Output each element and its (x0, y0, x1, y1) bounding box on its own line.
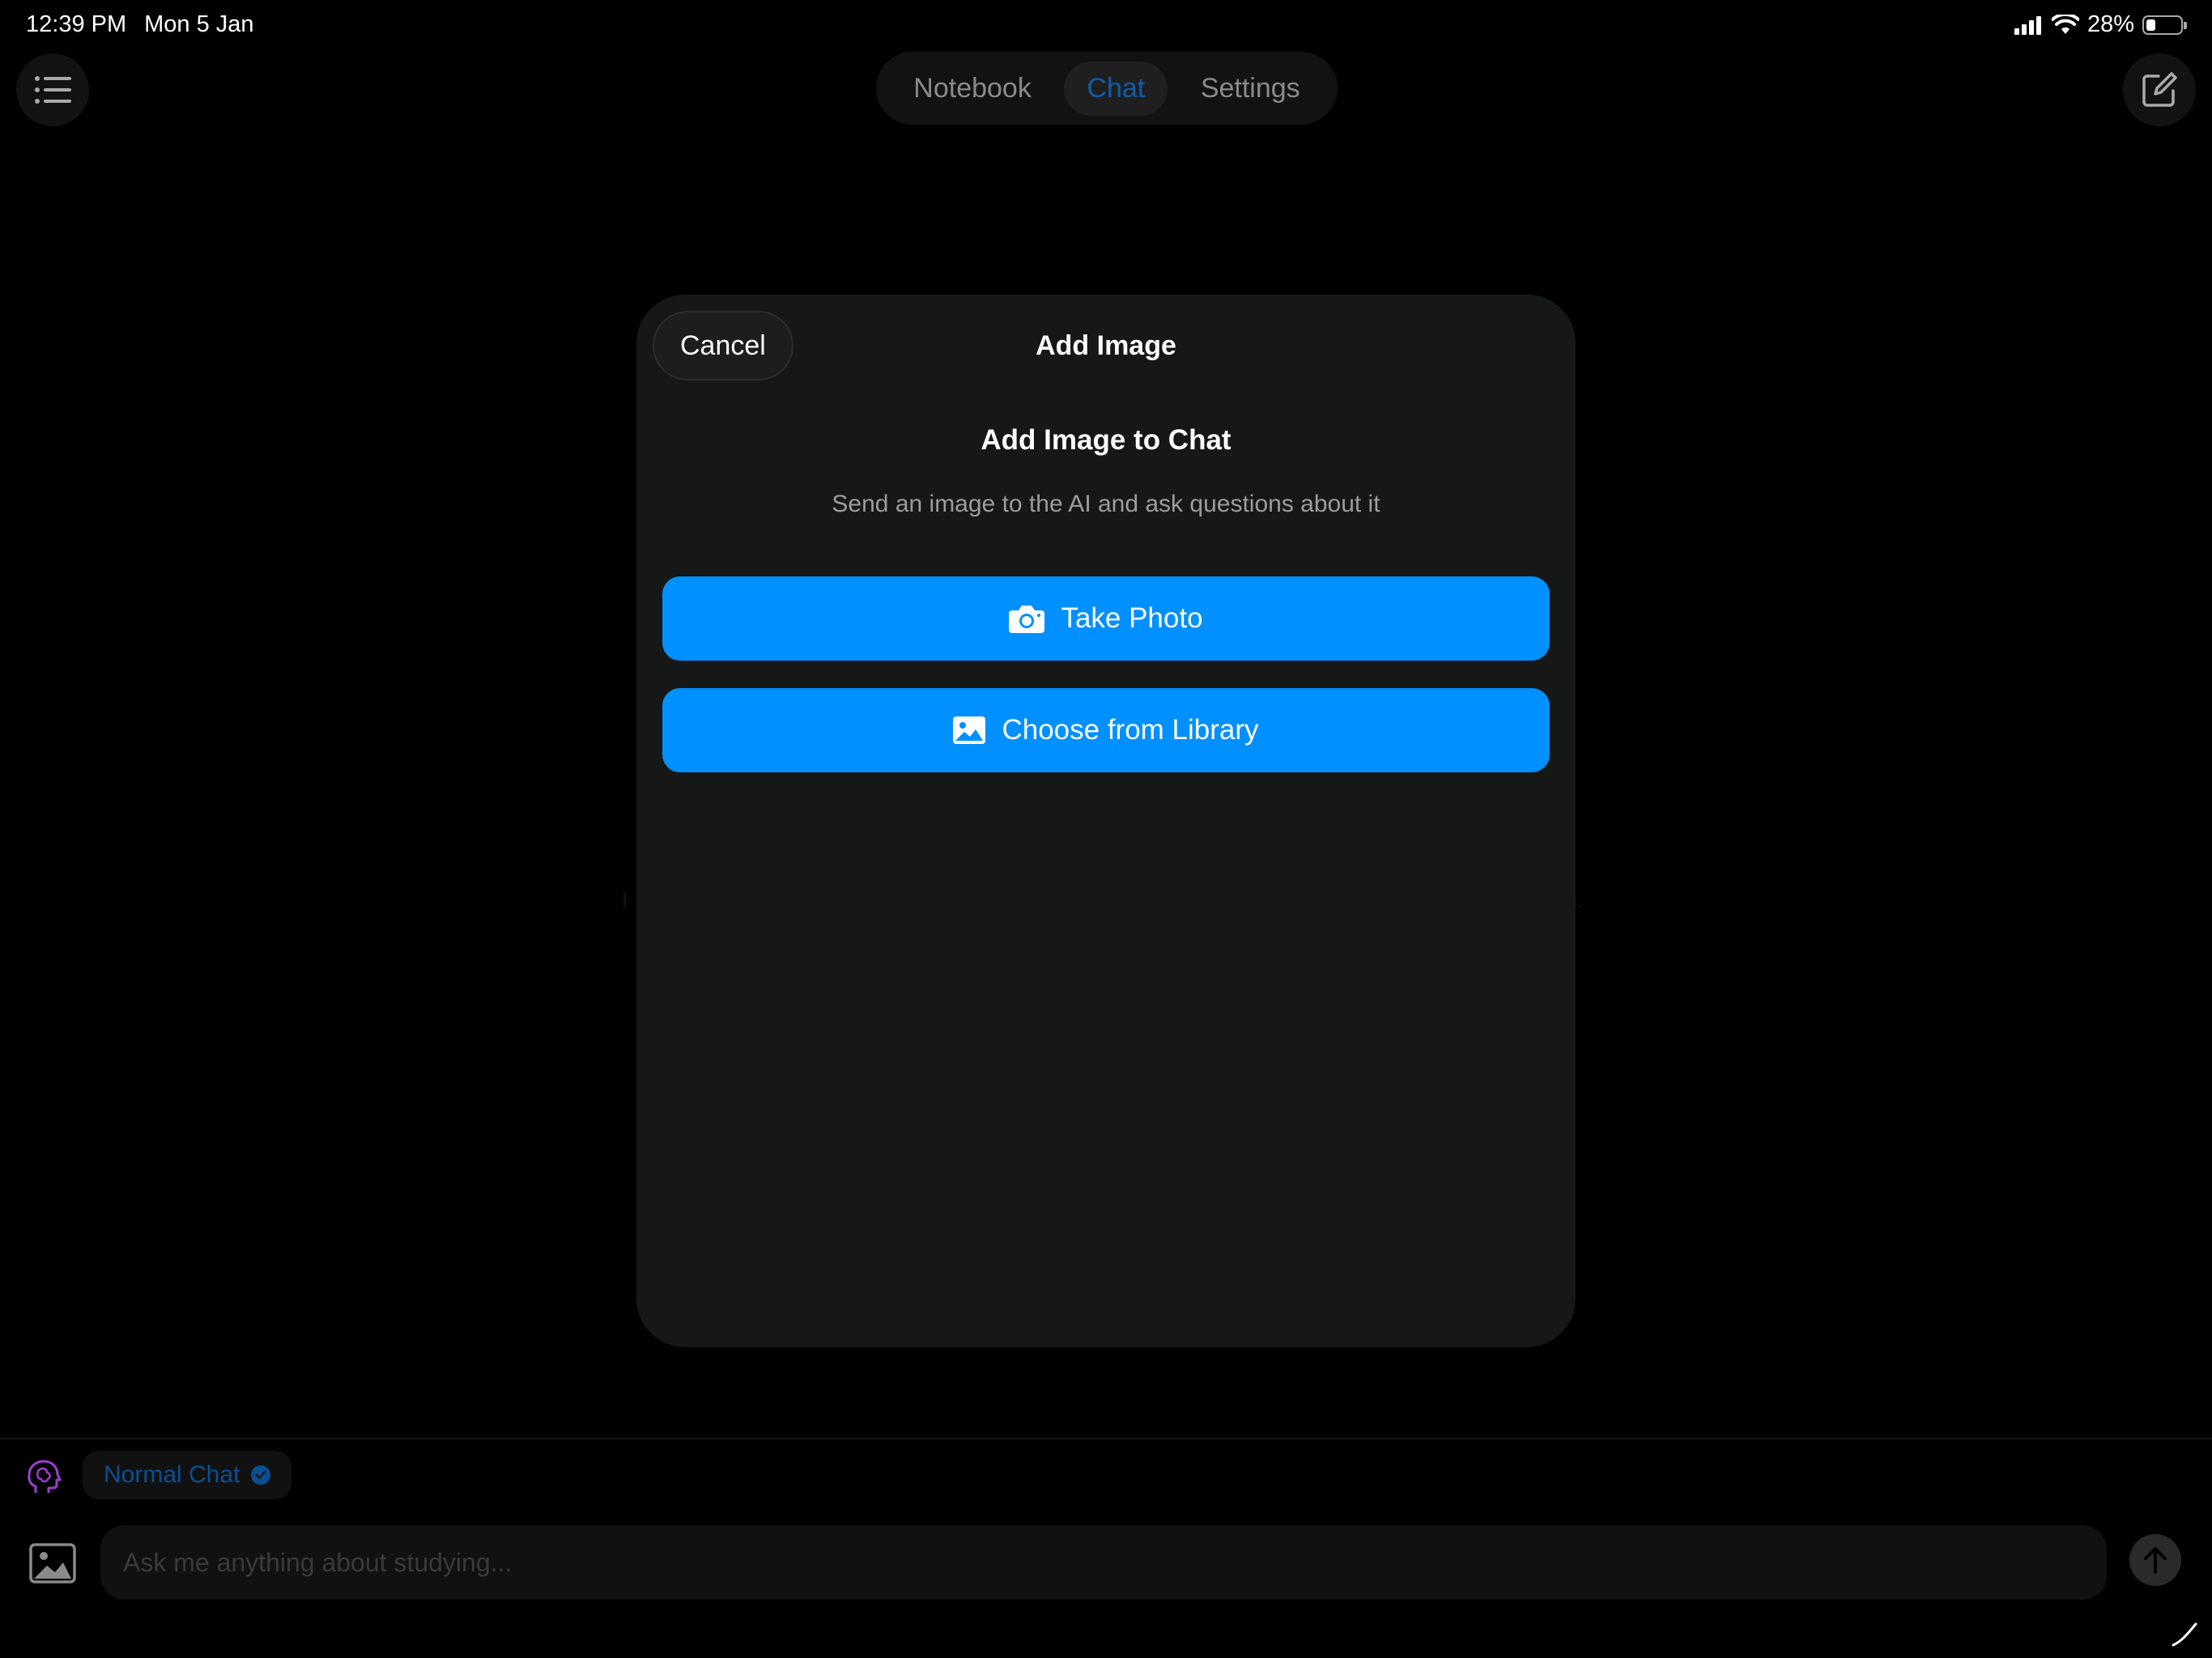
status-time: 12:39 PM (26, 11, 127, 37)
send-button[interactable] (2129, 1534, 2181, 1586)
modal-heading: Add Image to Chat (981, 424, 1231, 456)
status-date: Mon 5 Jan (144, 11, 254, 37)
list-icon (35, 76, 71, 104)
wifi-icon (2051, 14, 2079, 34)
sidebar-menu-button[interactable] (16, 53, 89, 126)
arrow-up-icon (2144, 1547, 2167, 1574)
battery-percent: 28% (2087, 11, 2134, 37)
chat-mode-label: Normal Chat (104, 1461, 240, 1488)
add-image-modal: Cancel Add Image Add Image to Chat Send … (636, 295, 1576, 1347)
status-bar-right: 28% (2014, 11, 2187, 38)
background-text-left: I (622, 887, 628, 912)
modal-title: Add Image (1036, 330, 1176, 361)
new-chat-button[interactable] (2123, 53, 2196, 126)
take-photo-label: Take Photo (1061, 602, 1203, 634)
message-input[interactable] (121, 1546, 2086, 1579)
status-bar-left: 12:39 PM Mon 5 Jan (26, 11, 254, 38)
photo-icon (953, 716, 986, 744)
choose-from-library-button[interactable]: Choose from Library (662, 688, 1550, 772)
brain-icon[interactable] (24, 1457, 63, 1496)
tab-settings[interactable]: Settings (1178, 62, 1323, 116)
screen: 12:39 PM Mon 5 Jan 28% Notebook Chat Set (0, 0, 2212, 1658)
battery-level (2146, 19, 2155, 31)
checkmark-icon (251, 1465, 271, 1485)
signal-icon (2014, 15, 2041, 35)
chat-mode-selector[interactable]: Normal Chat (83, 1451, 292, 1499)
scribble-handle-icon (2172, 1622, 2197, 1647)
tab-bar: Notebook Chat Settings (876, 52, 1338, 125)
tab-notebook[interactable]: Notebook (891, 62, 1054, 116)
message-input-container (100, 1525, 2107, 1600)
composer-divider (0, 1438, 2212, 1439)
choose-from-library-label: Choose from Library (1002, 714, 1259, 746)
tab-chat[interactable]: Chat (1064, 61, 1168, 116)
compose-icon (2142, 72, 2177, 107)
modal-subtitle: Send an image to the AI and ask question… (832, 491, 1380, 517)
attach-image-icon[interactable] (29, 1543, 76, 1584)
take-photo-button[interactable]: Take Photo (662, 576, 1550, 661)
battery-icon (2142, 15, 2187, 35)
camera-icon (1009, 606, 1045, 633)
